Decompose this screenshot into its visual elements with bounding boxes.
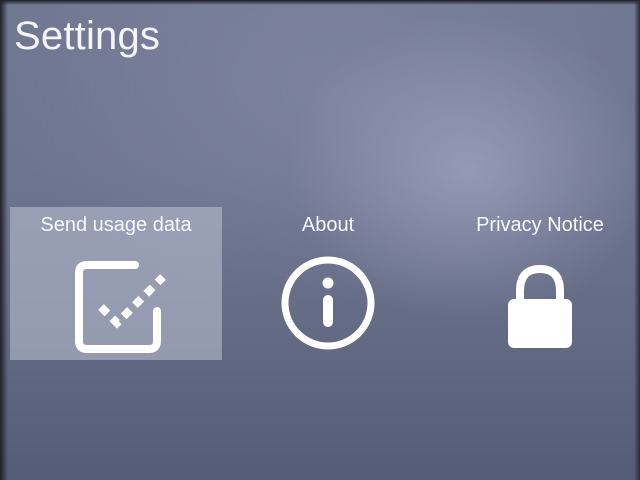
privacy-notice-label: Privacy Notice xyxy=(476,214,604,236)
page-title: Settings xyxy=(14,14,161,58)
send-usage-data-tile[interactable]: Send usage data xyxy=(10,207,222,360)
about-tile[interactable]: About xyxy=(222,207,434,360)
send-usage-data-label: Send usage data xyxy=(40,214,192,236)
info-icon xyxy=(222,255,434,355)
about-label: About xyxy=(301,214,355,236)
screen-bezel-left xyxy=(0,0,8,480)
screen-bezel-top xyxy=(0,0,640,5)
checkbox-dashed-check-icon xyxy=(10,255,222,355)
lock-icon xyxy=(434,255,640,355)
privacy-notice-tile[interactable]: Privacy Notice xyxy=(434,207,640,360)
